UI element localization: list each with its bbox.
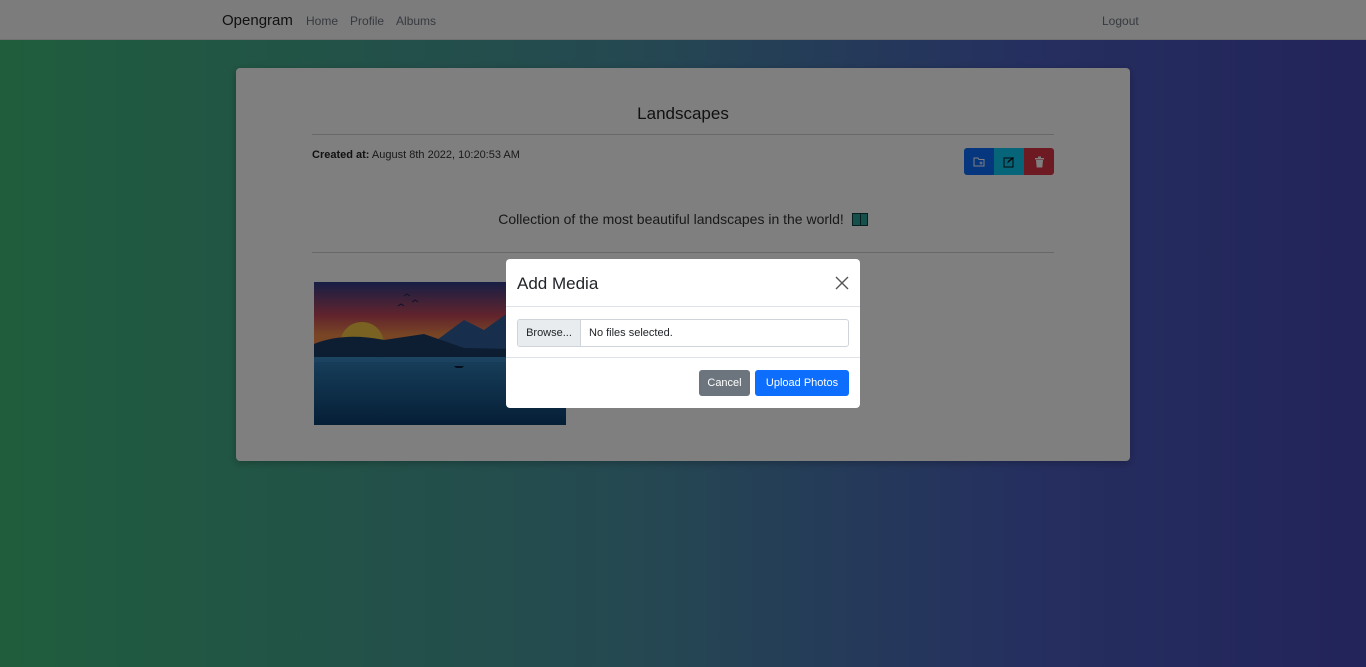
modal-body: Browse... No files selected. <box>506 307 860 358</box>
modal-title: Add Media <box>517 274 599 293</box>
close-button[interactable] <box>834 275 850 291</box>
file-input[interactable]: Browse... No files selected. <box>517 319 849 347</box>
cancel-button[interactable]: Cancel <box>699 370 750 396</box>
upload-photos-button[interactable]: Upload Photos <box>755 370 849 396</box>
close-icon <box>835 276 849 290</box>
file-status: No files selected. <box>589 327 673 339</box>
browse-button[interactable]: Browse... <box>518 320 581 346</box>
modal-footer: Cancel Upload Photos <box>506 358 860 408</box>
add-media-modal: Add Media Browse... No files selected. C… <box>506 259 860 408</box>
modal-header: Add Media <box>506 259 860 307</box>
